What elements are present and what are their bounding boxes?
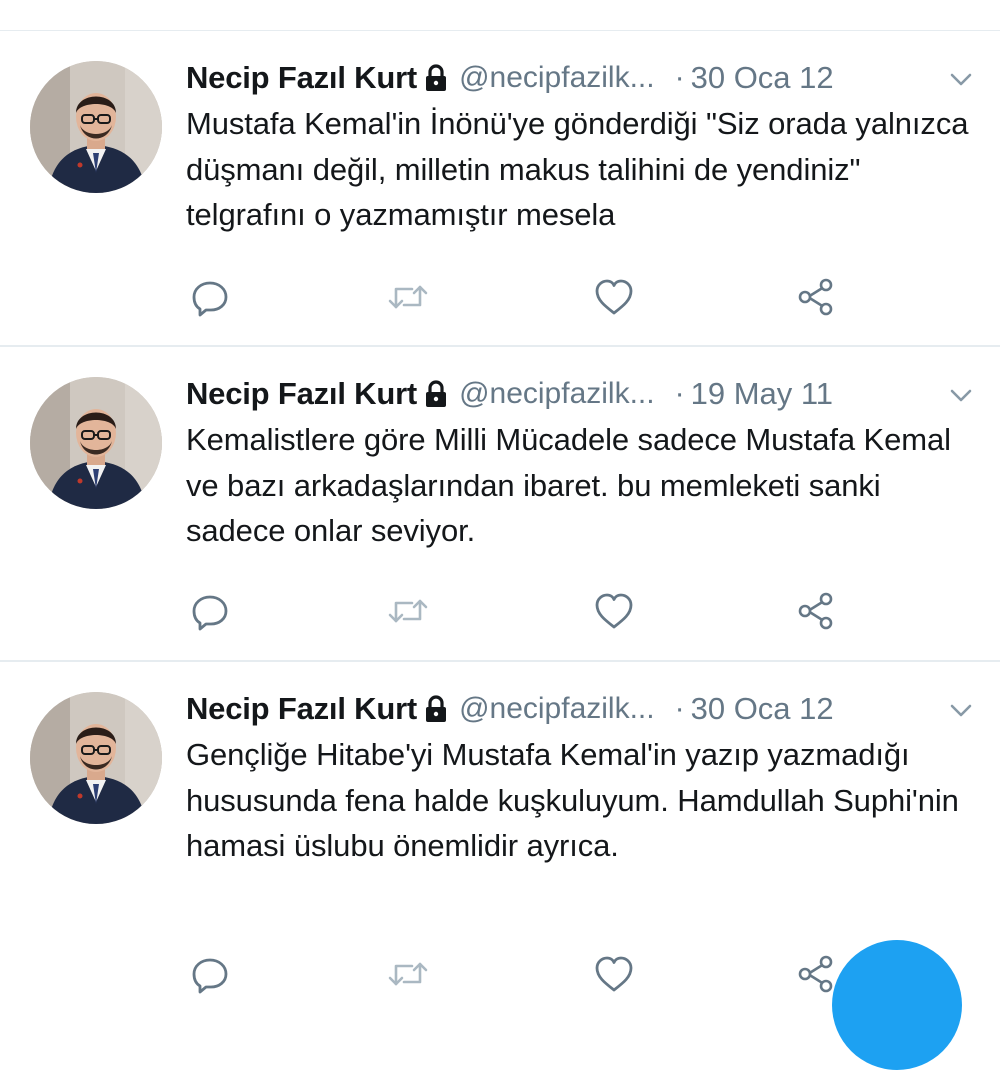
tweet-actions (186, 952, 846, 996)
chevron-down-icon[interactable] (946, 380, 976, 410)
heart-icon (595, 279, 633, 315)
like-button[interactable] (592, 952, 636, 996)
compose-tweet-button[interactable] (832, 940, 962, 1070)
heart-icon (595, 956, 633, 992)
tweet-header: Necip Fazıl Kurt @necipfazilk... · 30 Oc… (186, 56, 976, 100)
heart-icon (595, 593, 633, 629)
retweet-icon (388, 962, 428, 986)
reply-icon (192, 281, 228, 317)
share-button[interactable] (794, 589, 838, 633)
tweet-date[interactable]: 30 Oca 12 (691, 60, 834, 96)
author-handle[interactable]: @necipfazilk... (459, 692, 655, 726)
author-name[interactable]: Necip Fazıl Kurt (186, 60, 417, 96)
top-edge-strip (0, 0, 1000, 31)
reply-button[interactable] (188, 275, 232, 319)
tweet-text: Kemalistlere göre Milli Mücadele sadece … (186, 422, 951, 548)
author-name[interactable]: Necip Fazıl Kurt (186, 691, 417, 727)
tweet-text: Mustafa Kemal'in İnönü'ye gönderdiği "Si… (186, 106, 969, 232)
share-icon (798, 278, 833, 316)
chevron-down-icon[interactable] (946, 695, 976, 725)
tweet-date[interactable]: 19 May 11 (691, 376, 833, 412)
share-button[interactable] (794, 952, 838, 996)
retweet-icon (388, 599, 428, 623)
share-button[interactable] (794, 275, 838, 319)
reply-button[interactable] (188, 589, 232, 633)
avatar[interactable] (30, 61, 162, 193)
avatar[interactable] (30, 692, 162, 824)
separator-dot: · (674, 692, 685, 725)
reply-icon (192, 958, 228, 994)
tweet-card[interactable]: Necip Fazıl Kurt @necipfazilk... · 30 Oc… (0, 662, 1000, 994)
avatar[interactable] (30, 377, 162, 509)
tweet-header: Necip Fazıl Kurt @necipfazilk... · 30 Oc… (186, 687, 976, 731)
like-button[interactable] (592, 589, 636, 633)
tweet-actions (186, 275, 846, 319)
like-button[interactable] (592, 275, 636, 319)
author-name[interactable]: Necip Fazıl Kurt (186, 376, 417, 412)
tweet-header: Necip Fazıl Kurt @necipfazilk... · 19 Ma… (186, 372, 976, 416)
lock-icon (426, 64, 447, 91)
tweet-date[interactable]: 30 Oca 12 (691, 691, 834, 727)
retweet-button[interactable] (386, 275, 430, 319)
chevron-down-icon[interactable] (946, 64, 976, 94)
share-icon (798, 955, 833, 993)
lock-icon (426, 695, 447, 722)
author-handle[interactable]: @necipfazilk... (459, 377, 655, 411)
reply-button[interactable] (188, 952, 232, 996)
share-icon (798, 592, 833, 630)
retweet-button[interactable] (386, 952, 430, 996)
separator-dot: · (674, 61, 685, 94)
tweet-text: Gençliğe Hitabe'yi Mustafa Kemal'in yazı… (186, 737, 959, 863)
separator-dot: · (674, 377, 685, 410)
retweet-button[interactable] (386, 589, 430, 633)
tweet-card[interactable]: Necip Fazıl Kurt @necipfazilk... · 30 Oc… (0, 31, 1000, 347)
retweet-icon (388, 285, 428, 309)
author-handle[interactable]: @necipfazilk... (459, 61, 655, 95)
tweet-card[interactable]: Necip Fazıl Kurt @necipfazilk... · 19 Ma… (0, 347, 1000, 662)
reply-icon (192, 595, 228, 631)
tweet-actions (186, 589, 846, 633)
lock-icon (426, 380, 447, 407)
